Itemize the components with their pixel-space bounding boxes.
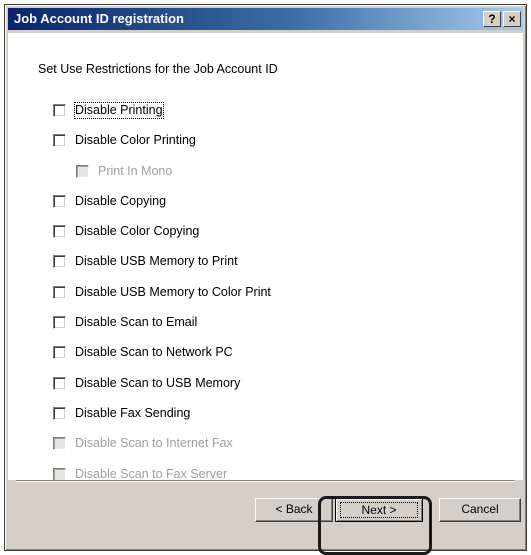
close-button[interactable]: × <box>503 11 521 27</box>
option-label: Disable Scan to Internet Fax <box>75 436 233 451</box>
footer-separator <box>16 480 515 482</box>
checkbox-disable-color-printing[interactable] <box>53 134 66 148</box>
option-label: Disable Color Printing <box>75 133 196 148</box>
option-print-in-mono: Print In Mono <box>76 164 271 194</box>
help-button[interactable]: ? <box>483 11 501 27</box>
checkbox-disable-scan-usb[interactable] <box>53 376 66 390</box>
checkbox-disable-copying[interactable] <box>53 194 66 208</box>
checkbox-disable-fax-sending[interactable] <box>53 406 66 420</box>
checkbox-disable-color-copying[interactable] <box>53 225 66 239</box>
option-disable-color-copying[interactable]: Disable Color Copying <box>53 224 271 254</box>
option-disable-usb-color-print[interactable]: Disable USB Memory to Color Print <box>53 285 271 315</box>
option-disable-scan-email[interactable]: Disable Scan to Email <box>53 315 271 345</box>
checkbox-print-in-mono <box>76 164 89 178</box>
dialog-title: Job Account ID registration <box>14 11 184 26</box>
option-label: Disable USB Memory to Color Print <box>75 284 271 299</box>
option-label: Disable USB Memory to Print <box>75 254 238 269</box>
checkbox-disable-scan-fax-server <box>53 467 66 481</box>
title-buttons: ? × <box>483 11 521 27</box>
option-label: Disable Scan to USB Memory <box>75 375 241 390</box>
option-label: Disable Scan to Email <box>75 315 198 330</box>
option-label: Disable Printing <box>74 102 164 119</box>
option-label: Disable Scan to Network PC <box>75 345 233 360</box>
dialog-content: Set Use Restrictions for the Job Account… <box>8 33 523 547</box>
dialog-footer: < Back Next > Cancel <box>8 480 523 547</box>
option-disable-copying[interactable]: Disable Copying <box>53 194 271 224</box>
option-label: Disable Color Copying <box>75 224 200 239</box>
checkbox-disable-usb-print[interactable] <box>53 255 66 269</box>
option-disable-printing[interactable]: Disable Printing <box>53 102 271 133</box>
option-label: Print In Mono <box>98 163 173 178</box>
option-disable-scan-usb[interactable]: Disable Scan to USB Memory <box>53 376 271 406</box>
section-heading: Set Use Restrictions for the Job Account… <box>38 62 278 76</box>
checkbox-disable-printing[interactable] <box>53 104 66 117</box>
restriction-options: Disable Printing Disable Color Printing … <box>53 102 271 497</box>
checkbox-disable-scan-email[interactable] <box>53 316 66 330</box>
option-disable-usb-print[interactable]: Disable USB Memory to Print <box>53 254 271 284</box>
back-button[interactable]: < Back <box>255 498 333 522</box>
checkbox-disable-usb-color-print[interactable] <box>53 285 66 299</box>
option-label: Disable Copying <box>75 193 167 208</box>
option-disable-fax-sending[interactable]: Disable Fax Sending <box>53 406 271 436</box>
option-label: Disable Fax Sending <box>75 405 191 420</box>
option-disable-scan-network-pc[interactable]: Disable Scan to Network PC <box>53 345 271 375</box>
option-disable-scan-internet-fax: Disable Scan to Internet Fax <box>53 436 271 466</box>
next-button[interactable]: Next > <box>335 498 423 522</box>
option-disable-color-printing[interactable]: Disable Color Printing <box>53 133 271 163</box>
checkbox-disable-scan-internet-fax <box>53 437 66 451</box>
job-account-dialog: Job Account ID registration ? × Set Use … <box>4 4 527 551</box>
checkbox-disable-scan-network-pc[interactable] <box>53 346 66 360</box>
cancel-button[interactable]: Cancel <box>439 498 521 522</box>
next-button-label: Next > <box>340 502 418 518</box>
title-bar[interactable]: Job Account ID registration ? × <box>8 8 523 30</box>
